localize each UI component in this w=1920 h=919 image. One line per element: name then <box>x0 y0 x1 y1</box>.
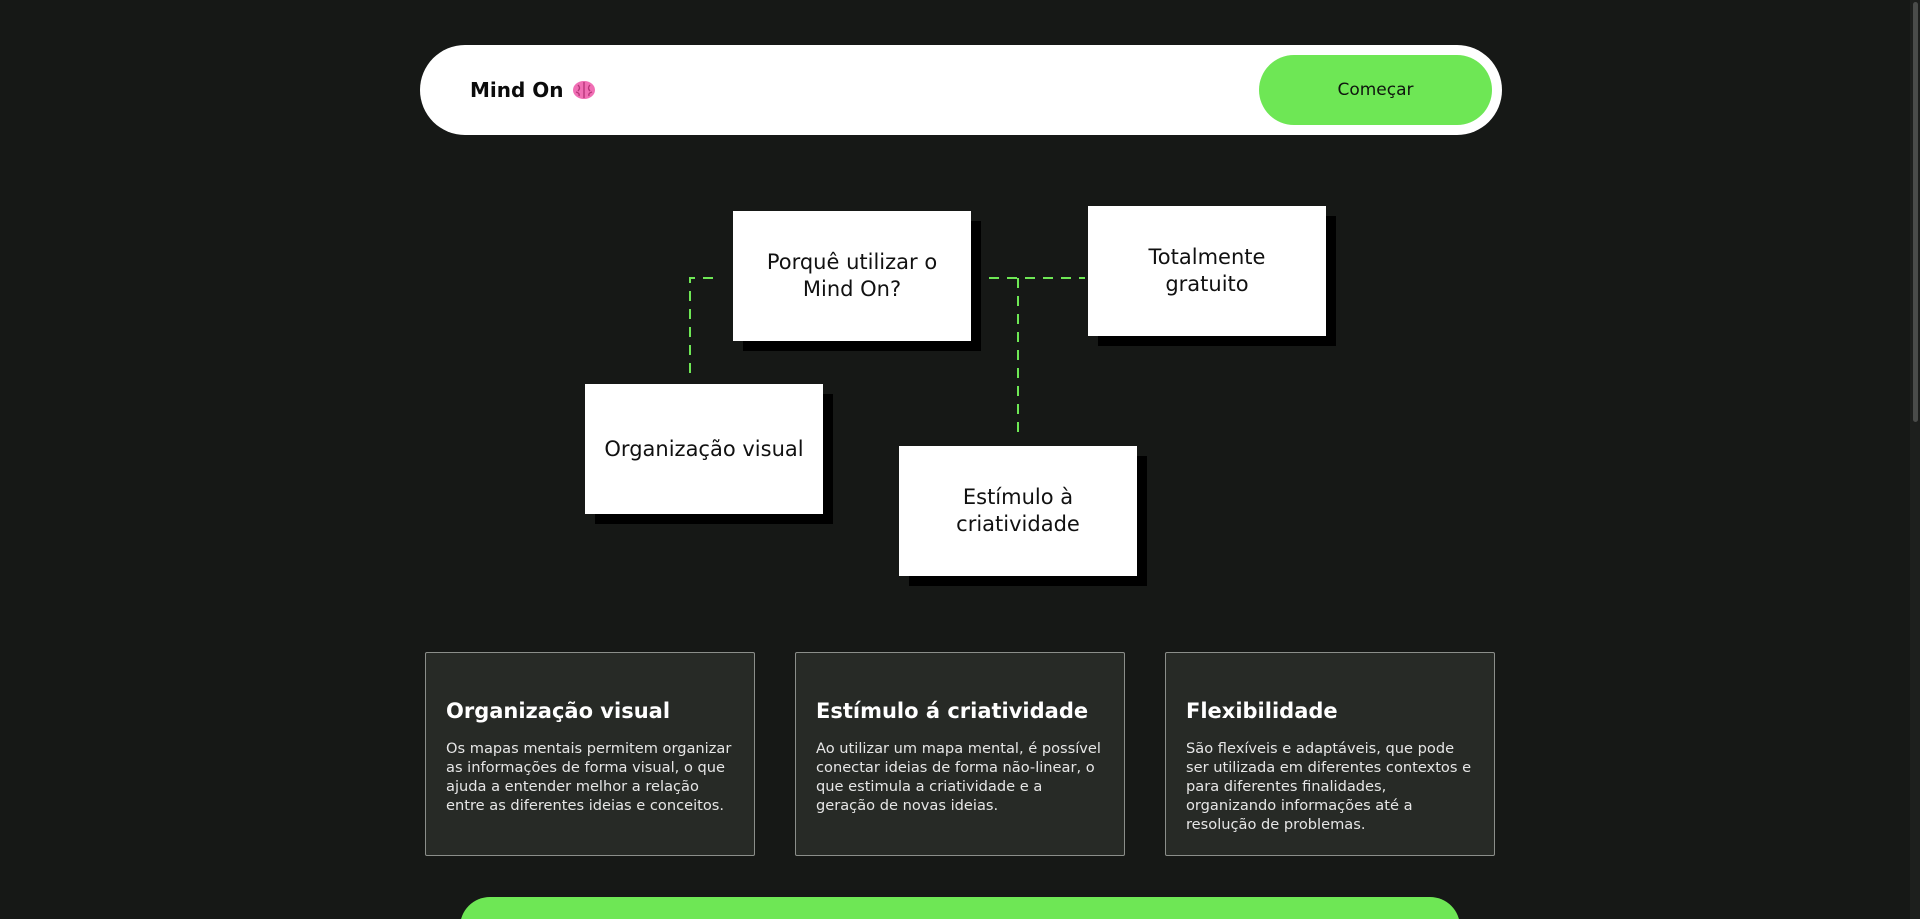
feature-title: Estímulo á criatividade <box>816 699 1089 723</box>
node-label: Estímulo à criatividade <box>956 485 1080 536</box>
node-label: Totalmente gratuito <box>1148 245 1266 296</box>
feature-text: São flexíveis e adaptáveis, que pode ser… <box>1186 740 1472 833</box>
brain-icon <box>572 81 595 99</box>
scrollbar-thumb[interactable] <box>1913 2 1918 422</box>
bottom-cta-banner[interactable] <box>460 897 1460 919</box>
top-nav-bar: Mind On Começar <box>420 45 1502 135</box>
feature-text: Ao utilizar um mapa mental, é possível c… <box>816 740 1101 814</box>
feature-title: Organização visual <box>446 699 671 723</box>
feature-card-flexibility: Flexibilidade São flexíveis e adaptáveis… <box>1165 652 1495 856</box>
feature-card-creativity: Estímulo á criatividade Ao utilizar um m… <box>795 652 1125 856</box>
center-node-label: Porquê utilizar o Mind On? <box>766 250 938 301</box>
start-button[interactable]: Começar <box>1259 55 1492 125</box>
mind-map-center-node: Porquê utilizar o Mind On? <box>733 211 971 341</box>
mind-map-node-creativity: Estímulo à criatividade <box>899 446 1137 576</box>
feature-card-visual: Organização visual Os mapas mentais perm… <box>425 652 755 856</box>
feature-title: Flexibilidade <box>1186 699 1338 723</box>
page-scrollbar[interactable] <box>1910 0 1920 919</box>
brand-name: Mind On <box>470 78 564 102</box>
mind-map-node-free: Totalmente gratuito <box>1088 206 1326 336</box>
node-label: Organização visual <box>604 436 804 461</box>
mind-map-node-visual: Organização visual <box>585 384 823 514</box>
brand-logo[interactable]: Mind On <box>470 78 596 102</box>
feature-text: Os mapas mentais permitem organizar as i… <box>446 740 732 814</box>
